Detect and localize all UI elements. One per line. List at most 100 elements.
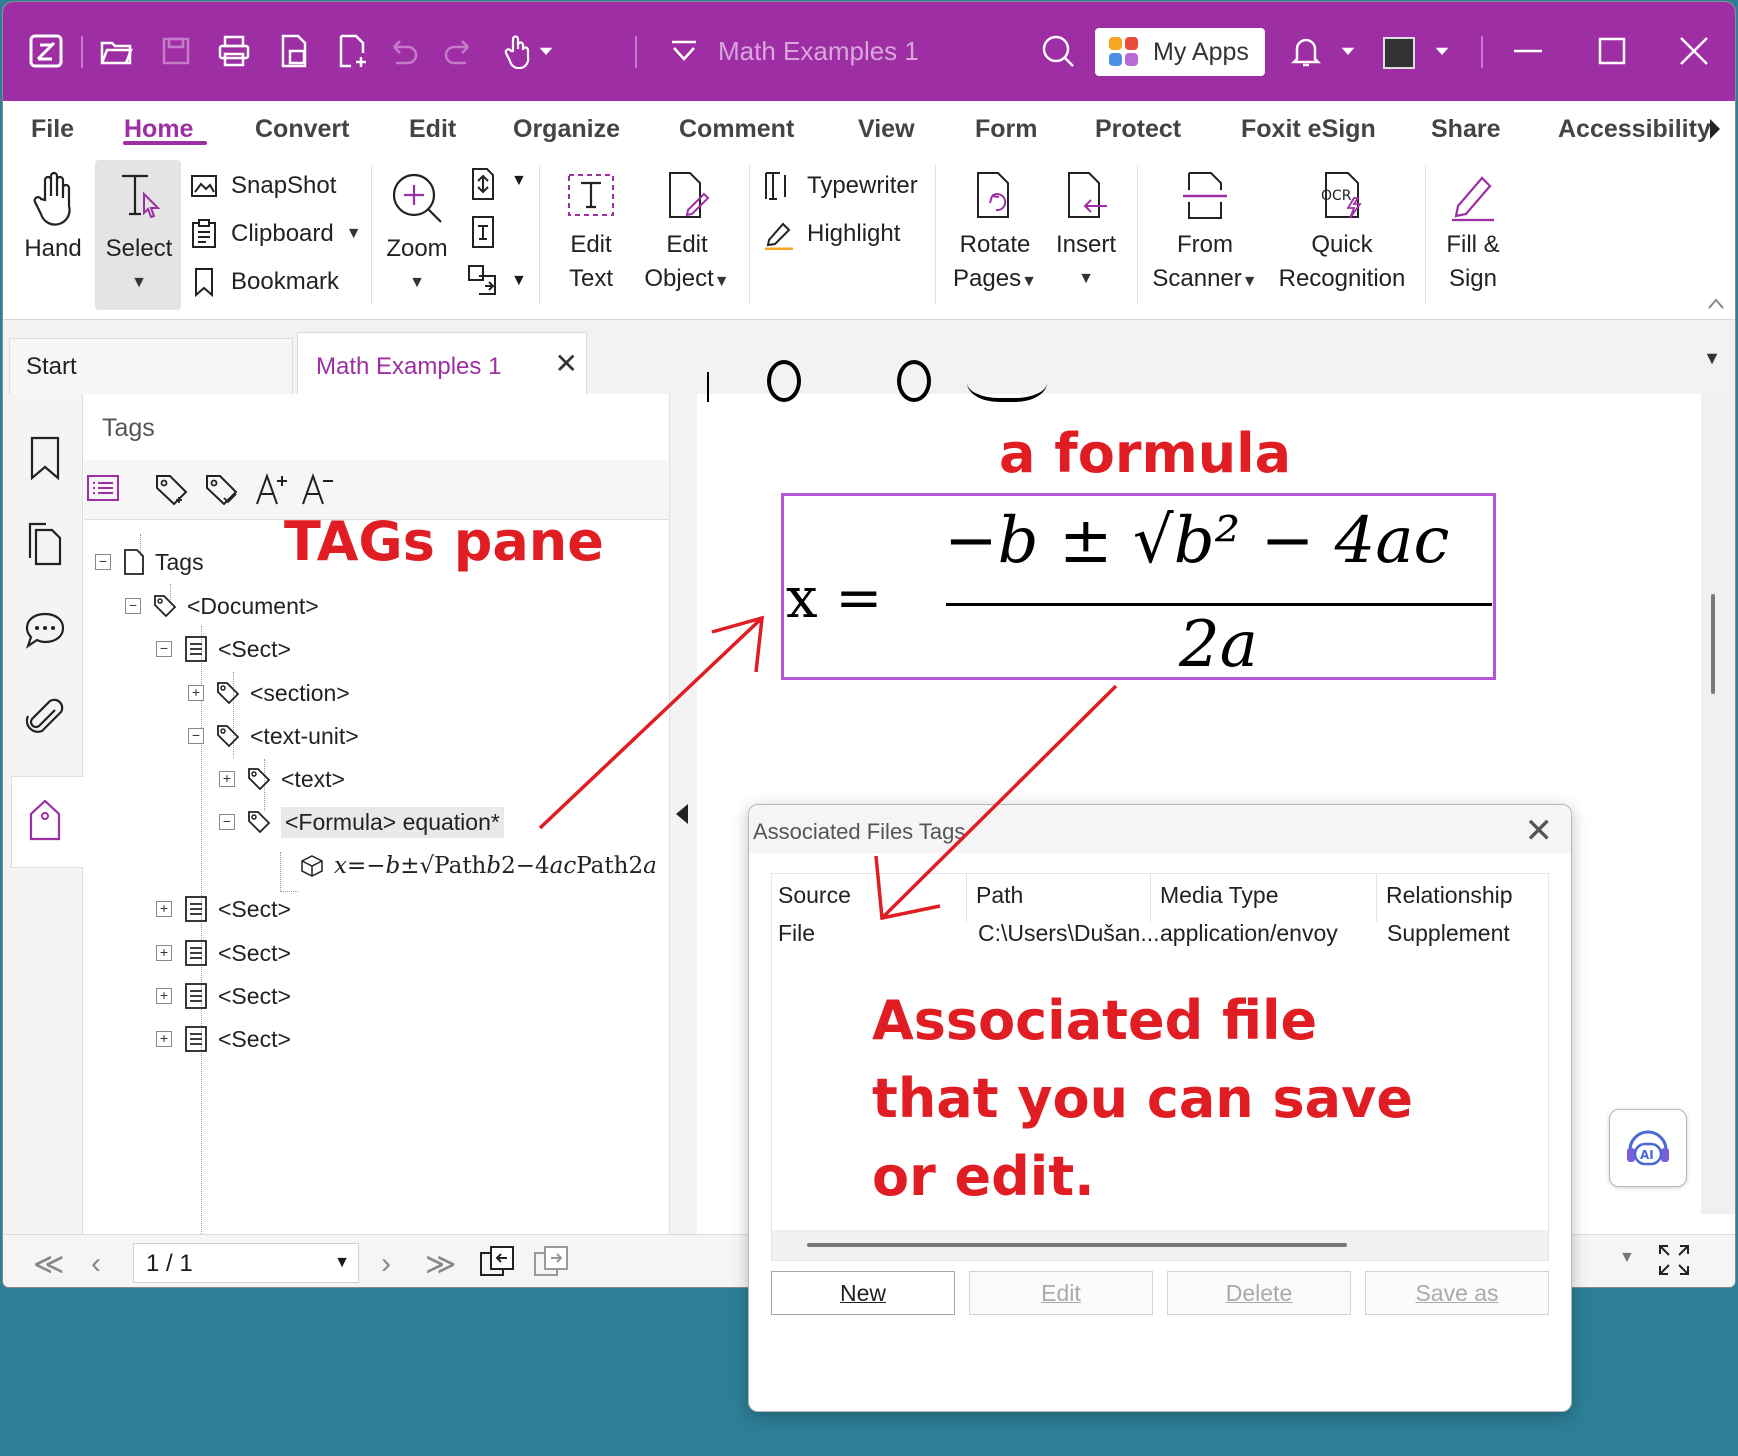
edit-button[interactable]: Edit <box>969 1271 1153 1315</box>
tree-toggle[interactable]: + <box>156 945 172 961</box>
insert-dropdown-icon[interactable]: ▼ <box>1049 262 1123 296</box>
tree-node-sect[interactable]: + <Sect> <box>156 933 291 973</box>
column-separator[interactable] <box>966 874 967 922</box>
tree-node-sect[interactable]: + <Sect> <box>156 1019 291 1059</box>
column-header-path[interactable]: Path <box>976 882 1023 909</box>
comments-panel-icon[interactable] <box>21 604 69 656</box>
full-screen-icon[interactable] <box>1657 1243 1691 1277</box>
horizontal-scrollbar[interactable] <box>772 1230 1548 1260</box>
bell-icon[interactable] <box>1281 26 1331 76</box>
quick-recognition-button[interactable]: OCR Quick Recognition <box>1271 170 1413 296</box>
touch-mode-dropdown-icon[interactable] <box>531 26 561 76</box>
menu-comment[interactable]: Comment <box>679 115 794 144</box>
tree-toggle[interactable]: − <box>125 598 141 614</box>
close-icon[interactable] <box>1669 26 1719 76</box>
column-header-relationship[interactable]: Relationship <box>1386 882 1513 909</box>
menu-view[interactable]: View <box>858 115 915 144</box>
select-dropdown-icon[interactable]: ▼ <box>101 266 177 300</box>
decrease-font-icon[interactable] <box>300 472 336 506</box>
formula-selection-box[interactable]: x = −b ± √b² − 4ac 2a <box>781 493 1496 682</box>
collapse-ribbon-icon[interactable] <box>1707 296 1725 310</box>
notifications-dropdown-icon[interactable] <box>1333 26 1363 76</box>
pages-panel-icon[interactable] <box>21 518 69 570</box>
tree-toggle[interactable]: − <box>95 554 111 570</box>
actual-size-button[interactable] <box>465 214 501 255</box>
from-scanner-dropdown-icon[interactable]: ▼ <box>1242 273 1258 290</box>
column-header-source[interactable]: Source <box>778 882 851 909</box>
next-page-icon[interactable]: › <box>381 1247 391 1281</box>
tag-options-icon[interactable] <box>86 472 120 504</box>
menu-protect[interactable]: Protect <box>1095 115 1181 144</box>
pane-splitter[interactable] <box>669 394 697 1234</box>
tree-toggle[interactable]: − <box>219 814 235 830</box>
avatar[interactable] <box>1383 37 1415 69</box>
tree-toggle[interactable]: + <box>188 685 204 701</box>
highlight-button[interactable]: Highlight <box>763 214 900 254</box>
my-apps-button[interactable]: My Apps <box>1095 28 1265 76</box>
menu-home[interactable]: Home <box>124 115 193 144</box>
tree-node-document[interactable]: − <Document> <box>125 586 319 626</box>
zoom-button[interactable]: Zoom ▼ <box>381 170 453 300</box>
tab-start[interactable]: Start <box>9 338 293 394</box>
scrollbar-thumb[interactable] <box>1711 594 1715 694</box>
previous-view-icon[interactable] <box>479 1245 515 1279</box>
tree-node-formula-content[interactable]: 𝑥=−𝑏±√Path𝑏2−4𝑎𝑐Path2𝑎 <box>300 846 657 886</box>
row-source[interactable]: File <box>778 920 815 947</box>
redo-icon[interactable] <box>435 26 485 76</box>
print-icon[interactable] <box>209 26 259 76</box>
tag-element-icon[interactable] <box>204 472 240 506</box>
column-separator[interactable] <box>1150 874 1151 922</box>
next-view-icon[interactable] <box>533 1245 569 1279</box>
save-icon[interactable] <box>151 26 201 76</box>
row-media-type[interactable]: application/envoy <box>1160 920 1338 947</box>
save-as-button[interactable]: Save as <box>1365 1271 1549 1315</box>
customize-toolbar-icon[interactable] <box>659 26 709 76</box>
tree-toggle[interactable]: + <box>156 988 172 1004</box>
rotate-pages-button[interactable]: Rotate Pages▼ <box>947 170 1043 299</box>
tab-close-icon[interactable]: ✕ <box>555 347 578 380</box>
ai-assistant-button[interactable]: AI <box>1609 1109 1687 1187</box>
search-icon[interactable] <box>1033 26 1083 76</box>
last-page-icon[interactable]: ≫ <box>425 1247 456 1282</box>
menu-scroll-right-icon[interactable] <box>1707 117 1723 141</box>
fit-page-button[interactable] <box>465 166 501 207</box>
tags-panel-icon[interactable] <box>21 794 69 846</box>
menu-file[interactable]: File <box>31 115 74 144</box>
edit-object-button[interactable]: Edit Object▼ <box>639 170 735 299</box>
column-separator[interactable] <box>1376 874 1377 922</box>
from-scanner-button[interactable]: From Scanner▼ <box>1149 170 1261 299</box>
foxit-logo-icon[interactable] <box>21 26 71 76</box>
edit-text-button[interactable]: Edit Text <box>551 170 631 296</box>
tree-toggle[interactable]: + <box>156 1031 172 1047</box>
tree-node-text[interactable]: + <text> <box>219 759 345 799</box>
fill-sign-button[interactable]: Fill & Sign <box>1435 170 1511 296</box>
collapse-pane-icon[interactable] <box>676 804 688 824</box>
column-header-media-type[interactable]: Media Type <box>1160 882 1278 909</box>
new-document-icon[interactable] <box>327 26 377 76</box>
select-tool-button[interactable]: Select ▼ <box>101 170 177 300</box>
insert-button[interactable]: Insert ▼ <box>1049 170 1123 296</box>
minimize-icon[interactable] <box>1503 26 1553 76</box>
scrollbar-thumb[interactable] <box>807 1243 1347 1247</box>
new-button[interactable]: New <box>771 1271 955 1315</box>
snapshot-button[interactable]: SnapShot <box>189 166 336 206</box>
tab-list-dropdown-icon[interactable]: ▼ <box>1703 348 1721 369</box>
open-icon[interactable] <box>91 26 141 76</box>
hand-tool-button[interactable]: Hand <box>17 170 89 266</box>
fit-page-dropdown-icon[interactable]: ▼ <box>511 172 527 190</box>
tree-node-section[interactable]: + <section> <box>188 673 350 713</box>
zoom-dropdown-icon[interactable]: ▼ <box>381 266 453 300</box>
associated-files-list[interactable]: Source Path Media Type Relationship File… <box>771 873 1549 1261</box>
vertical-scrollbar[interactable] <box>1701 394 1735 1214</box>
dialog-close-icon[interactable]: ✕ <box>1525 811 1554 851</box>
tree-node-formula[interactable]: − <Formula> equation* <box>219 802 504 842</box>
first-page-icon[interactable]: ≪ <box>33 1247 64 1282</box>
menu-share[interactable]: Share <box>1431 115 1500 144</box>
tab-math-examples[interactable]: Math Examples 1 ✕ <box>297 332 587 394</box>
tree-toggle[interactable]: + <box>156 901 172 917</box>
clipboard-button[interactable]: Clipboard ▼ <box>189 214 362 254</box>
menu-convert[interactable]: Convert <box>255 115 349 144</box>
tree-node-text-unit[interactable]: − <text-unit> <box>188 716 359 756</box>
menu-foxit-esign[interactable]: Foxit eSign <box>1241 115 1376 144</box>
bookmarks-panel-icon[interactable] <box>21 432 69 484</box>
